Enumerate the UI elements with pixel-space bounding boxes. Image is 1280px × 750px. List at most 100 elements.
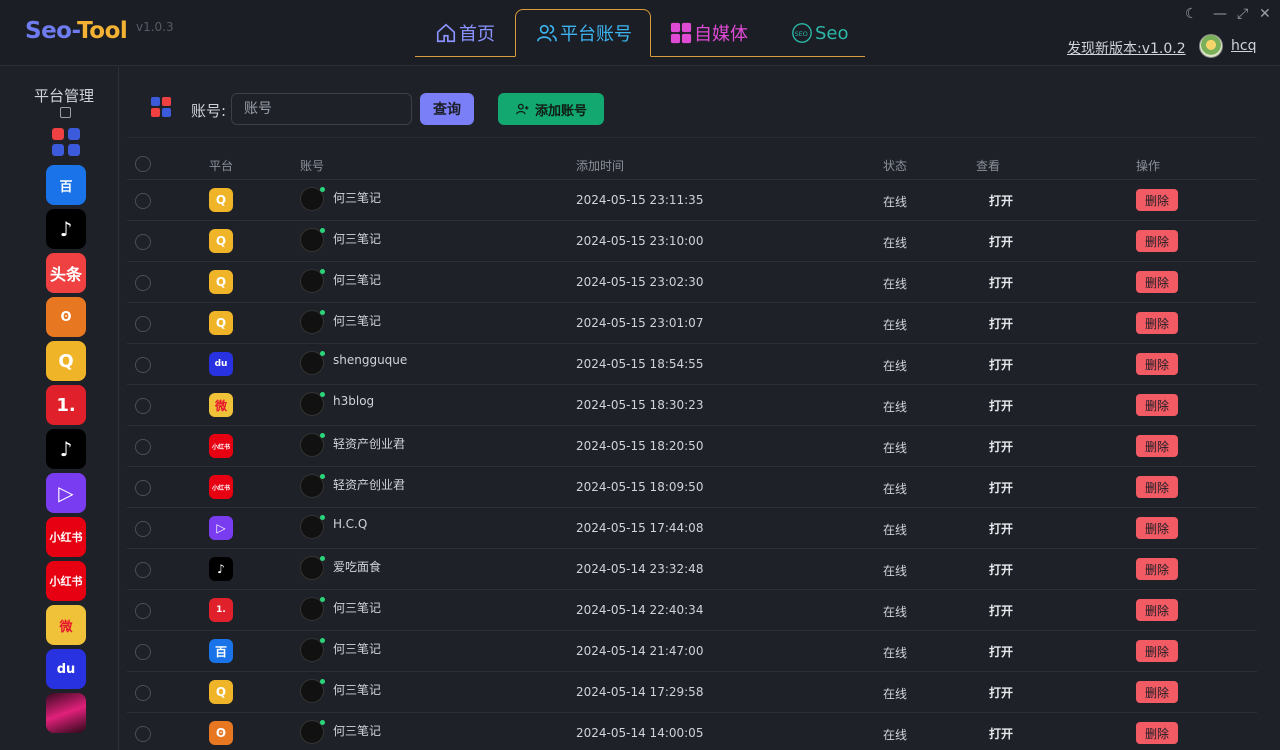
sidebar-title: 平台管理 bbox=[34, 87, 95, 105]
platform-weibo-icon: 微 bbox=[209, 393, 233, 417]
open-button[interactable]: 打开 bbox=[989, 192, 1013, 209]
open-button[interactable]: 打开 bbox=[989, 397, 1013, 414]
added-time: 2024-05-15 18:09:50 bbox=[576, 480, 704, 494]
platform-sohu-icon: ʘ bbox=[209, 721, 233, 745]
close-icon[interactable]: ✕ bbox=[1259, 6, 1271, 22]
row-checkbox[interactable] bbox=[135, 234, 151, 250]
added-time: 2024-05-14 17:29:58 bbox=[576, 685, 704, 699]
account-name: 何三笔记 bbox=[333, 642, 382, 656]
row-checkbox[interactable] bbox=[135, 644, 151, 660]
sidebar-platform-xiaohongshu[interactable]: 小红书 bbox=[46, 517, 86, 557]
user-name[interactable]: hcq bbox=[1231, 38, 1256, 54]
sidebar-platform-other[interactable] bbox=[46, 693, 86, 733]
minimize-icon[interactable]: — bbox=[1213, 6, 1227, 22]
sidebar-platform-baijiahao[interactable]: 百 bbox=[46, 165, 86, 205]
delete-button[interactable]: 删除 bbox=[1136, 558, 1178, 580]
sidebar-platform-sohu[interactable]: ʘ bbox=[46, 297, 86, 337]
row-checkbox[interactable] bbox=[135, 562, 151, 578]
open-button[interactable]: 打开 bbox=[989, 356, 1013, 373]
users-icon bbox=[537, 24, 557, 42]
row-checkbox[interactable] bbox=[135, 603, 151, 619]
open-button[interactable]: 打开 bbox=[989, 315, 1013, 332]
row-checkbox[interactable] bbox=[135, 316, 151, 332]
sidebar-platform-douyin2[interactable]: ♪ bbox=[46, 429, 86, 469]
row-checkbox[interactable] bbox=[135, 685, 151, 701]
row-checkbox[interactable] bbox=[135, 521, 151, 537]
sidebar-platform-douyin[interactable]: ♪ bbox=[46, 209, 86, 249]
row-checkbox[interactable] bbox=[135, 439, 151, 455]
accounts-table: 平台 账号 添加时间 状态 查看 操作 Q 何三笔记 2024-05-15 23:1… bbox=[127, 149, 1257, 750]
user-avatar[interactable] bbox=[1199, 34, 1223, 58]
sidebar-platform-qq[interactable]: Q bbox=[46, 341, 86, 381]
delete-button[interactable]: 删除 bbox=[1136, 230, 1178, 252]
delete-button[interactable]: 删除 bbox=[1136, 722, 1178, 744]
row-checkbox[interactable] bbox=[135, 357, 151, 373]
table-row: Q 何三笔记 2024-05-14 17:29:58 在线 打开 删除 bbox=[127, 672, 1257, 713]
table-row: ʘ 何三笔记 2024-05-14 14:00:05 在线 打开 删除 bbox=[127, 713, 1257, 750]
apps-icon bbox=[151, 97, 171, 117]
sidebar-platform-toutiao[interactable]: 头条 bbox=[46, 253, 86, 293]
account-name: shengguque bbox=[333, 353, 408, 367]
open-button[interactable]: 打开 bbox=[989, 643, 1013, 660]
row-checkbox[interactable] bbox=[135, 726, 151, 742]
platform-sidebar: 平台管理 百 ♪ 头条 ʘ Q 1. ♪ ▷ 小红书 小红书微 du bbox=[0, 67, 119, 750]
delete-button[interactable]: 删除 bbox=[1136, 599, 1178, 621]
open-button[interactable]: 打开 bbox=[989, 561, 1013, 578]
added-time: 2024-05-14 23:32:48 bbox=[576, 562, 704, 576]
open-button[interactable]: 打开 bbox=[989, 233, 1013, 250]
sidebar-platform-baidu[interactable]: du bbox=[46, 649, 86, 689]
sidebar-platform-weibo[interactable]: 微 bbox=[46, 605, 86, 645]
account-avatar bbox=[300, 228, 325, 252]
tab-platform-accounts[interactable]: 平台账号 bbox=[515, 9, 651, 57]
delete-button[interactable]: 删除 bbox=[1136, 435, 1178, 457]
tab-self-media[interactable]: 自媒体 bbox=[670, 9, 748, 57]
theme-toggle-icon[interactable]: ☾ bbox=[1185, 6, 1198, 22]
tab-seo[interactable]: SEO Seo bbox=[791, 9, 849, 57]
open-button[interactable]: 打开 bbox=[989, 520, 1013, 537]
account-avatar bbox=[300, 433, 325, 457]
open-button[interactable]: 打开 bbox=[989, 602, 1013, 619]
account-search-input[interactable] bbox=[231, 93, 412, 125]
status-text: 在线 bbox=[883, 605, 908, 619]
update-link[interactable]: 发现新版本:v1.0.2 bbox=[1067, 38, 1186, 58]
delete-button[interactable]: 删除 bbox=[1136, 394, 1178, 416]
sidebar-platform-xigua[interactable]: ▷ bbox=[46, 473, 86, 513]
maximize-icon[interactable]: ⤢ bbox=[1237, 6, 1248, 22]
delete-button[interactable]: 删除 bbox=[1136, 517, 1178, 539]
sidebar-platform-yidian[interactable]: 1. bbox=[46, 385, 86, 425]
delete-button[interactable]: 删除 bbox=[1136, 353, 1178, 375]
account-avatar bbox=[300, 679, 325, 703]
add-user-icon bbox=[516, 103, 529, 115]
platform-xiaohongshu-icon: 小红书 bbox=[209, 434, 233, 458]
open-button[interactable]: 打开 bbox=[989, 725, 1013, 742]
delete-button[interactable]: 删除 bbox=[1136, 312, 1178, 334]
account-name: 何三笔记 bbox=[333, 601, 382, 615]
header-action: 操作 bbox=[1136, 159, 1161, 173]
row-checkbox[interactable] bbox=[135, 193, 151, 209]
home-icon bbox=[436, 23, 456, 43]
open-button[interactable]: 打开 bbox=[989, 274, 1013, 291]
open-button[interactable]: 打开 bbox=[989, 479, 1013, 496]
delete-button[interactable]: 删除 bbox=[1136, 271, 1178, 293]
delete-button[interactable]: 删除 bbox=[1136, 189, 1178, 211]
open-button[interactable]: 打开 bbox=[989, 438, 1013, 455]
open-button[interactable]: 打开 bbox=[989, 684, 1013, 701]
edit-icon[interactable] bbox=[60, 107, 71, 118]
delete-button[interactable]: 删除 bbox=[1136, 476, 1178, 498]
query-button[interactable]: 查询 bbox=[420, 93, 474, 125]
row-checkbox[interactable] bbox=[135, 480, 151, 496]
account-avatar bbox=[300, 269, 325, 293]
account-name: 何三笔记 bbox=[333, 724, 382, 738]
tab-home[interactable]: 首页 bbox=[435, 9, 495, 57]
table-row: ♪ 爱吃面食 2024-05-14 23:32:48 在线 打开 删除 bbox=[127, 549, 1257, 590]
delete-button[interactable]: 删除 bbox=[1136, 681, 1178, 703]
row-checkbox[interactable] bbox=[135, 398, 151, 414]
sidebar-platform-all[interactable] bbox=[46, 122, 86, 162]
delete-button[interactable]: 删除 bbox=[1136, 640, 1178, 662]
row-checkbox[interactable] bbox=[135, 275, 151, 291]
header-view: 查看 bbox=[976, 159, 1001, 173]
add-account-button[interactable]: 添加账号 bbox=[498, 93, 604, 125]
sidebar-platform-xiaohongshu2[interactable]: 小红书 bbox=[46, 561, 86, 601]
select-all-checkbox[interactable] bbox=[135, 156, 151, 172]
status-text: 在线 bbox=[883, 523, 908, 537]
